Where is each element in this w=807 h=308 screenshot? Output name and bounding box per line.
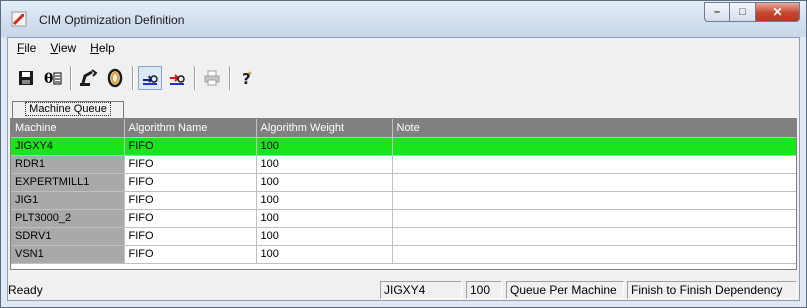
toolbar-separator bbox=[132, 66, 134, 90]
cell-algorithm-name[interactable]: FIFO bbox=[124, 173, 257, 192]
status-ready-text: Ready bbox=[8, 283, 43, 297]
print-icon bbox=[204, 70, 220, 86]
status-mode: Queue Per Machine bbox=[506, 281, 624, 299]
cell-machine[interactable]: VSN1 bbox=[11, 245, 125, 264]
close-button[interactable]: ✕ bbox=[756, 2, 800, 22]
cell-note[interactable] bbox=[392, 209, 796, 228]
status-dependency: Finish to Finish Dependency bbox=[627, 281, 797, 299]
ring-icon bbox=[107, 68, 123, 88]
cell-algorithm-name[interactable]: FIFO bbox=[124, 137, 257, 156]
maximize-icon: □ bbox=[739, 6, 746, 18]
column-header-algorithm-name[interactable]: Algorithm Name bbox=[124, 119, 257, 138]
print-button[interactable] bbox=[200, 66, 224, 90]
menu-view[interactable]: View bbox=[43, 41, 83, 55]
cell-algorithm-name[interactable]: FIFO bbox=[124, 227, 257, 246]
column-header-algorithm-weight[interactable]: Algorithm Weight bbox=[256, 119, 393, 138]
cell-note[interactable] bbox=[392, 191, 796, 210]
table-row[interactable]: PLT3000_2 FIFO 100 bbox=[11, 209, 796, 228]
table-row[interactable]: SDRV1 FIFO 100 bbox=[11, 227, 796, 246]
maximize-button[interactable]: □ bbox=[730, 2, 756, 22]
menu-help[interactable]: Help bbox=[83, 41, 122, 55]
cell-algorithm-weight[interactable]: 100 bbox=[256, 155, 393, 174]
column-header-machine[interactable]: Machine bbox=[11, 119, 125, 138]
help-button[interactable]: ? bbox=[235, 66, 259, 90]
cell-algorithm-name[interactable]: FIFO bbox=[124, 155, 257, 174]
machine-queue-grid: Machine Algorithm Name Algorithm Weight … bbox=[10, 118, 797, 270]
cell-note[interactable] bbox=[392, 173, 796, 192]
tab-machine-queue-label: Machine Queue bbox=[25, 102, 111, 116]
table-row[interactable]: RDR1 FIFO 100 bbox=[11, 155, 796, 174]
toolbar-separator bbox=[229, 66, 231, 90]
column-header-note[interactable]: Note bbox=[392, 119, 796, 138]
cell-machine[interactable]: RDR1 bbox=[11, 155, 125, 174]
cell-algorithm-weight[interactable]: 100 bbox=[256, 137, 393, 156]
cell-note[interactable] bbox=[392, 155, 796, 174]
menu-file[interactable]: File bbox=[10, 41, 43, 55]
menu-view-mnemonic: V bbox=[50, 41, 59, 55]
menu-bar: File View Help bbox=[8, 38, 799, 58]
table-header-row: Machine Algorithm Name Algorithm Weight … bbox=[11, 119, 796, 138]
save-icon bbox=[19, 71, 33, 85]
robot-arm-button[interactable] bbox=[76, 66, 100, 90]
properties-icon: θ bbox=[44, 71, 62, 87]
menu-file-label: ile bbox=[24, 41, 37, 55]
machine-queue-table: Machine Algorithm Name Algorithm Weight … bbox=[11, 119, 796, 264]
cell-note[interactable] bbox=[392, 245, 796, 264]
cell-machine[interactable]: JIG1 bbox=[11, 191, 125, 210]
table-row[interactable]: JIGXY4 FIFO 100 bbox=[11, 137, 796, 156]
cell-algorithm-weight[interactable]: 100 bbox=[256, 209, 393, 228]
move-right-button[interactable] bbox=[138, 66, 162, 90]
table-row[interactable]: EXPERTMILL1 FIFO 100 bbox=[11, 173, 796, 192]
move-right-icon bbox=[143, 75, 158, 85]
menu-help-label: elp bbox=[98, 41, 115, 55]
svg-text:θ: θ bbox=[44, 71, 53, 87]
cell-note[interactable] bbox=[392, 227, 796, 246]
cell-algorithm-weight[interactable]: 100 bbox=[256, 173, 393, 192]
close-icon: ✕ bbox=[772, 5, 783, 19]
app-icon bbox=[11, 11, 27, 27]
status-weight: 100 bbox=[466, 281, 502, 299]
table-row[interactable]: JIG1 FIFO 100 bbox=[11, 191, 796, 210]
cell-machine[interactable]: JIGXY4 bbox=[11, 137, 125, 156]
table-row[interactable]: VSN1 FIFO 100 bbox=[11, 245, 796, 264]
status-machine: JIGXY4 bbox=[380, 281, 462, 299]
menu-help-mnemonic: H bbox=[90, 41, 99, 55]
save-button[interactable] bbox=[14, 66, 38, 90]
cell-machine[interactable]: PLT3000_2 bbox=[11, 209, 125, 228]
tab-machine-queue[interactable]: Machine Queue bbox=[12, 101, 124, 118]
ring-button[interactable] bbox=[103, 66, 127, 90]
cell-note[interactable] bbox=[392, 137, 796, 156]
menu-view-label: iew bbox=[58, 41, 77, 55]
window-title: CIM Optimization Definition bbox=[39, 13, 185, 27]
move-left-button[interactable] bbox=[165, 66, 189, 90]
robot-arm-icon bbox=[80, 69, 98, 86]
title-bar[interactable]: CIM Optimization Definition – □ ✕ bbox=[1, 1, 806, 37]
cell-machine[interactable]: SDRV1 bbox=[11, 227, 125, 246]
toolbar-separator bbox=[194, 66, 196, 90]
help-icon: ? bbox=[242, 70, 252, 87]
minimize-icon: – bbox=[713, 6, 721, 18]
properties-button[interactable]: θ bbox=[41, 66, 65, 90]
app-window: CIM Optimization Definition – □ ✕ File V… bbox=[0, 0, 807, 308]
client-area: File View Help θ ? Machine Queue Machine… bbox=[7, 37, 800, 301]
toolbar-separator bbox=[70, 66, 72, 90]
cell-algorithm-weight[interactable]: 100 bbox=[256, 227, 393, 246]
move-left-icon bbox=[170, 74, 185, 85]
cell-algorithm-weight[interactable]: 100 bbox=[256, 245, 393, 264]
cell-algorithm-name[interactable]: FIFO bbox=[124, 209, 257, 228]
toolbar: θ ? bbox=[10, 62, 330, 94]
cell-algorithm-name[interactable]: FIFO bbox=[124, 191, 257, 210]
cell-machine[interactable]: EXPERTMILL1 bbox=[11, 173, 125, 192]
cell-algorithm-name[interactable]: FIFO bbox=[124, 245, 257, 264]
minimize-button[interactable]: – bbox=[704, 2, 730, 22]
status-bar: Ready JIGXY4 100 Queue Per Machine Finis… bbox=[8, 280, 799, 300]
cell-algorithm-weight[interactable]: 100 bbox=[256, 191, 393, 210]
